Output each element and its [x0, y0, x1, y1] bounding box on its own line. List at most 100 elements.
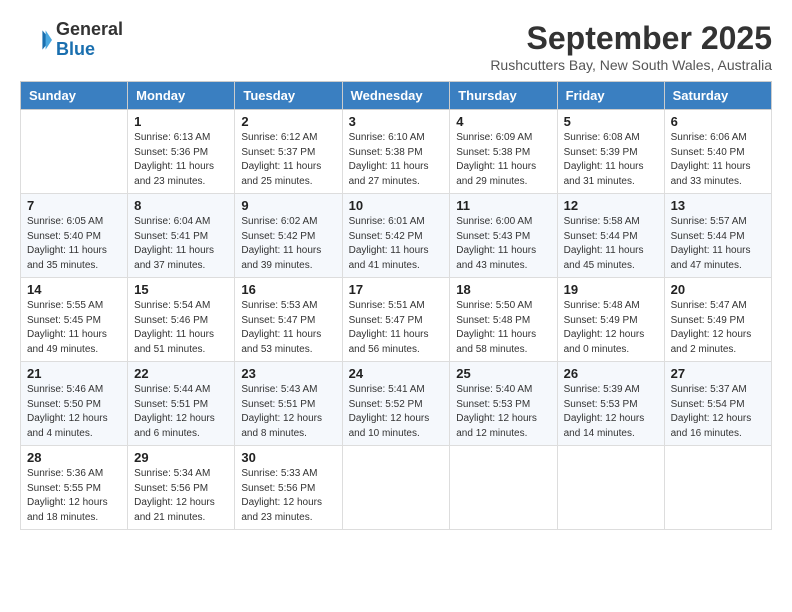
table-cell: 1 Sunrise: 6:13 AM Sunset: 5:36 PM Daylig… — [128, 110, 235, 194]
col-tuesday: Tuesday — [235, 82, 342, 110]
logo-text-line1: General — [56, 20, 123, 40]
table-cell: 29Sunrise: 5:34 AM Sunset: 5:56 PM Dayli… — [128, 446, 235, 530]
day-info: Sunrise: 5:34 AM Sunset: 5:56 PM Dayligh… — [134, 467, 228, 525]
day-number: 16 — [241, 282, 335, 297]
day-info: Sunrise: 5:57 AM Sunset: 5:44 PM Dayligh… — [671, 215, 765, 273]
week-row-5: 28 Sunrise: 5:36 AM Sunset: 5:55 PM Dayli… — [21, 446, 772, 530]
day-number: 27 — [671, 366, 765, 381]
day-info: Sunrise: 5:36 AM Sunset: 5:55 PM Dayligh… — [27, 467, 121, 525]
table-cell: 17Sunrise: 5:51 AM Sunset: 5:47 PM Dayli… — [342, 278, 450, 362]
table-cell: 19 Sunrise: 5:48 AM Sunset: 5:49 PM Dayli… — [557, 278, 664, 362]
day-info: Sunrise: 5:54 AM Sunset: 5:46 PM Dayligh… — [134, 299, 228, 357]
day-number: 2 — [241, 114, 335, 129]
day-number: 14 — [27, 282, 121, 297]
day-info: Sunrise: 5:47 AM Sunset: 5:49 PM Dayligh… — [671, 299, 765, 357]
day-info: Sunrise: 6:10 AM Sunset: 5:38 PM Dayligh… — [349, 131, 444, 189]
day-number: 30 — [241, 450, 335, 465]
day-number: 28 — [27, 450, 121, 465]
day-info: Sunrise: 5:46 AM Sunset: 5:50 PM Dayligh… — [27, 383, 121, 441]
day-info: Sunrise: 5:58 AM Sunset: 5:44 PM Dayligh… — [564, 215, 658, 273]
col-thursday: Thursday — [450, 82, 557, 110]
day-number: 4 — [456, 114, 550, 129]
month-title: September 2025 — [490, 20, 772, 57]
col-monday: Monday — [128, 82, 235, 110]
day-number: 3 — [349, 114, 444, 129]
day-number: 23 — [241, 366, 335, 381]
col-sunday: Sunday — [21, 82, 128, 110]
week-row-1: 1 Sunrise: 6:13 AM Sunset: 5:36 PM Daylig… — [21, 110, 772, 194]
day-info: Sunrise: 6:12 AM Sunset: 5:37 PM Dayligh… — [241, 131, 335, 189]
page-container: General Blue September 2025 Rushcutters … — [20, 20, 772, 530]
table-cell — [664, 446, 771, 530]
table-cell: 28 Sunrise: 5:36 AM Sunset: 5:55 PM Dayli… — [21, 446, 128, 530]
table-cell: 8 Sunrise: 6:04 AM Sunset: 5:41 PM Daylig… — [128, 194, 235, 278]
day-info: Sunrise: 6:09 AM Sunset: 5:38 PM Dayligh… — [456, 131, 550, 189]
table-cell: 16 Sunrise: 5:53 AM Sunset: 5:47 PM Dayli… — [235, 278, 342, 362]
day-info: Sunrise: 5:44 AM Sunset: 5:51 PM Dayligh… — [134, 383, 228, 441]
day-number: 18 — [456, 282, 550, 297]
day-info: Sunrise: 6:00 AM Sunset: 5:43 PM Dayligh… — [456, 215, 550, 273]
table-cell: 9 Sunrise: 6:02 AM Sunset: 5:42 PM Daylig… — [235, 194, 342, 278]
day-info: Sunrise: 5:40 AM Sunset: 5:53 PM Dayligh… — [456, 383, 550, 441]
day-info: Sunrise: 5:37 AM Sunset: 5:54 PM Dayligh… — [671, 383, 765, 441]
table-cell: 7 Sunrise: 6:05 AM Sunset: 5:40 PM Daylig… — [21, 194, 128, 278]
day-info: Sunrise: 6:05 AM Sunset: 5:40 PM Dayligh… — [27, 215, 121, 273]
day-info: Sunrise: 5:41 AM Sunset: 5:52 PM Dayligh… — [349, 383, 444, 441]
col-wednesday: Wednesday — [342, 82, 450, 110]
table-cell: 4 Sunrise: 6:09 AM Sunset: 5:38 PM Daylig… — [450, 110, 557, 194]
title-section: September 2025 Rushcutters Bay, New Sout… — [490, 20, 772, 73]
day-number: 26 — [564, 366, 658, 381]
table-cell: 14 Sunrise: 5:55 AM Sunset: 5:45 PM Dayli… — [21, 278, 128, 362]
table-cell: 10 Sunrise: 6:01 AM Sunset: 5:42 PM Dayli… — [342, 194, 450, 278]
table-cell — [342, 446, 450, 530]
day-number: 25 — [456, 366, 550, 381]
day-number: 17 — [349, 282, 444, 297]
table-cell: 3 Sunrise: 6:10 AM Sunset: 5:38 PM Daylig… — [342, 110, 450, 194]
day-number: 8 — [134, 198, 228, 213]
col-friday: Friday — [557, 82, 664, 110]
day-number: 24 — [349, 366, 444, 381]
table-cell: 15 Sunrise: 5:54 AM Sunset: 5:46 PM Dayli… — [128, 278, 235, 362]
day-number: 21 — [27, 366, 121, 381]
logo-icon — [20, 24, 52, 56]
day-number: 6 — [671, 114, 765, 129]
day-number: 9 — [241, 198, 335, 213]
table-cell: 20 Sunrise: 5:47 AM Sunset: 5:49 PM Dayli… — [664, 278, 771, 362]
day-info: Sunrise: 6:02 AM Sunset: 5:42 PM Dayligh… — [241, 215, 335, 273]
table-cell: 22 Sunrise: 5:44 AM Sunset: 5:51 PM Dayli… — [128, 362, 235, 446]
logo-text-line2: Blue — [56, 40, 123, 60]
location-title: Rushcutters Bay, New South Wales, Austra… — [490, 57, 772, 73]
header: General Blue September 2025 Rushcutters … — [20, 20, 772, 73]
day-info: Sunrise: 6:01 AM Sunset: 5:42 PM Dayligh… — [349, 215, 444, 273]
day-number: 10 — [349, 198, 444, 213]
table-cell: 6Sunrise: 6:06 AM Sunset: 5:40 PM Daylig… — [664, 110, 771, 194]
day-number: 22 — [134, 366, 228, 381]
table-cell — [21, 110, 128, 194]
header-row: Sunday Monday Tuesday Wednesday Thursday… — [21, 82, 772, 110]
table-cell: 11 Sunrise: 6:00 AM Sunset: 5:43 PM Dayli… — [450, 194, 557, 278]
day-info: Sunrise: 5:48 AM Sunset: 5:49 PM Dayligh… — [564, 299, 658, 357]
day-info: Sunrise: 6:13 AM Sunset: 5:36 PM Dayligh… — [134, 131, 228, 189]
table-cell: 26Sunrise: 5:39 AM Sunset: 5:53 PM Dayli… — [557, 362, 664, 446]
week-row-3: 14 Sunrise: 5:55 AM Sunset: 5:45 PM Dayli… — [21, 278, 772, 362]
col-saturday: Saturday — [664, 82, 771, 110]
table-cell — [450, 446, 557, 530]
table-cell: 13Sunrise: 5:57 AM Sunset: 5:44 PM Dayli… — [664, 194, 771, 278]
table-cell: 12 Sunrise: 5:58 AM Sunset: 5:44 PM Dayli… — [557, 194, 664, 278]
table-cell: 18 Sunrise: 5:50 AM Sunset: 5:48 PM Dayli… — [450, 278, 557, 362]
day-info: Sunrise: 5:55 AM Sunset: 5:45 PM Dayligh… — [27, 299, 121, 357]
day-number: 19 — [564, 282, 658, 297]
day-number: 1 — [134, 114, 228, 129]
day-number: 12 — [564, 198, 658, 213]
table-cell — [557, 446, 664, 530]
day-info: Sunrise: 5:50 AM Sunset: 5:48 PM Dayligh… — [456, 299, 550, 357]
day-number: 7 — [27, 198, 121, 213]
day-number: 15 — [134, 282, 228, 297]
week-row-2: 7 Sunrise: 6:05 AM Sunset: 5:40 PM Daylig… — [21, 194, 772, 278]
calendar-table: Sunday Monday Tuesday Wednesday Thursday… — [20, 81, 772, 530]
day-number: 11 — [456, 198, 550, 213]
day-number: 20 — [671, 282, 765, 297]
day-info: Sunrise: 5:53 AM Sunset: 5:47 PM Dayligh… — [241, 299, 335, 357]
day-info: Sunrise: 5:33 AM Sunset: 5:56 PM Dayligh… — [241, 467, 335, 525]
day-info: Sunrise: 6:04 AM Sunset: 5:41 PM Dayligh… — [134, 215, 228, 273]
